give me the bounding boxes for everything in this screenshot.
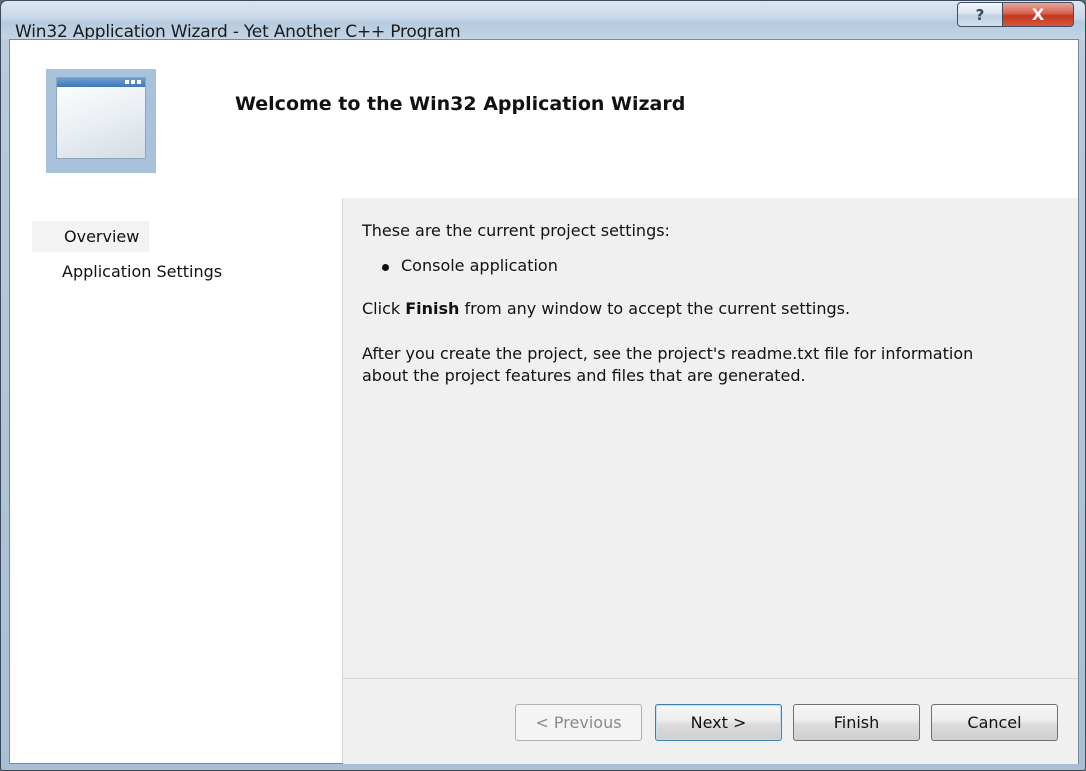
- finish-emphasis: Finish: [405, 299, 460, 318]
- previous-button[interactable]: < Previous: [515, 704, 642, 741]
- wizard-footer: < Previous Next > Finish Cancel: [343, 678, 1078, 764]
- nav-item-application-settings[interactable]: Application Settings: [62, 262, 222, 281]
- banner-title: Welcome to the Win32 Application Wizard: [235, 93, 686, 115]
- readme-note-text: After you create the project, see the pr…: [362, 344, 974, 385]
- settings-intro-text: These are the current project settings:: [362, 221, 670, 240]
- application-window-icon: [46, 69, 156, 173]
- nav-item-overview[interactable]: Overview: [32, 221, 150, 252]
- bullet-icon: [382, 264, 389, 271]
- overview-panel: These are the current project settings: …: [343, 198, 1078, 678]
- wizard-nav: Overview Application Settings: [10, 198, 343, 763]
- title-bar[interactable]: Win32 Application Wizard - Yet Another C…: [1, 1, 1085, 42]
- close-icon: X: [1031, 5, 1045, 24]
- finish-instruction-text: Click Finish from any window to accept t…: [362, 299, 851, 318]
- next-button[interactable]: Next >: [655, 704, 782, 741]
- finish-button[interactable]: Finish: [793, 704, 920, 741]
- settings-bullet-item: Console application: [401, 256, 558, 275]
- help-button[interactable]: ?: [957, 2, 1003, 27]
- close-button[interactable]: X: [1002, 2, 1074, 27]
- wizard-banner: Welcome to the Win32 Application Wizard: [10, 40, 1078, 199]
- cancel-button[interactable]: Cancel: [931, 704, 1058, 741]
- help-icon: ?: [975, 5, 985, 24]
- wizard-window: Win32 Application Wizard - Yet Another C…: [0, 0, 1086, 771]
- wizard-client-area: Welcome to the Win32 Application Wizard …: [9, 39, 1079, 764]
